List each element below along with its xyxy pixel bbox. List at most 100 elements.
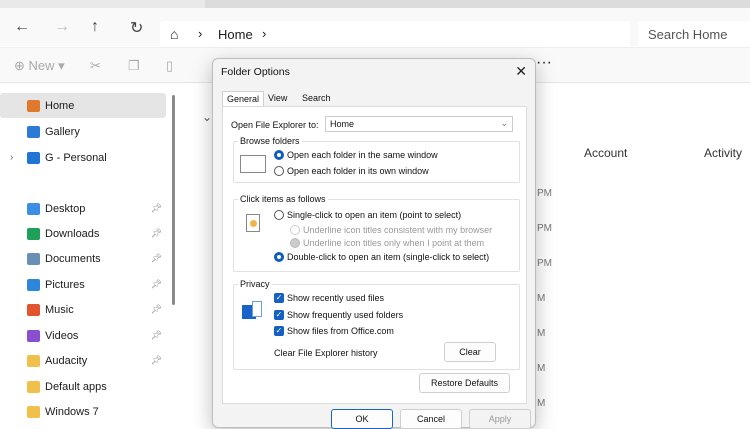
modified-time-fragment: PM xyxy=(537,258,552,269)
general-panel: Open File Explorer to: Home ⌄ Browse fol… xyxy=(222,106,527,404)
checkbox-office-files[interactable]: ✓ Show files from Office.com xyxy=(274,326,394,336)
option-label: Single-click to open an item (point to s… xyxy=(287,210,462,220)
title-bar xyxy=(0,0,750,8)
chevron-right-icon[interactable]: › xyxy=(262,26,266,41)
refresh-button[interactable]: ↻ xyxy=(130,18,143,38)
sidebar-item-windows-7[interactable]: Windows 7 xyxy=(0,399,166,424)
folder-icon xyxy=(27,380,40,393)
sidebar-item-home[interactable]: Home xyxy=(0,93,166,118)
radio-double-click[interactable]: Double-click to open an item (single-cli… xyxy=(274,252,489,262)
checkbox-frequent-folders[interactable]: ✓ Show frequently used folders xyxy=(274,310,403,320)
chevron-right-icon: › xyxy=(198,26,203,41)
window-icon xyxy=(240,155,266,173)
up-button[interactable]: ↑ xyxy=(91,18,99,36)
pin-icon[interactable]: 📌︎ xyxy=(151,228,162,239)
home-icon: ⌂ xyxy=(170,26,179,42)
folder-icon xyxy=(27,227,40,240)
dialog-title: Folder Options xyxy=(221,66,290,78)
sidebar-item-label: Windows 7 xyxy=(45,405,99,418)
paste-icon[interactable]: ▯ xyxy=(166,58,173,74)
sidebar-item-music[interactable]: Music 📌︎ xyxy=(0,297,166,322)
copy-icon[interactable]: ❐ xyxy=(128,58,140,74)
chevron-down-icon[interactable]: ⌄ xyxy=(202,110,212,124)
pin-icon[interactable]: 📌︎ xyxy=(151,355,162,366)
modified-time-fragment: M xyxy=(537,328,546,339)
more-options-icon[interactable]: ··· xyxy=(536,54,552,72)
sidebar-item-pictures[interactable]: Pictures 📌︎ xyxy=(0,272,166,297)
sidebar-scrollbar[interactable] xyxy=(172,95,175,305)
chevron-down-icon: ⌄ xyxy=(500,118,508,128)
tab-search[interactable]: Search xyxy=(298,91,335,107)
sidebar-item-label: Downloads xyxy=(45,227,100,240)
sidebar-item-downloads[interactable]: Downloads 📌︎ xyxy=(0,221,166,246)
sidebar-item-documents[interactable]: Documents 📌︎ xyxy=(0,246,166,271)
close-icon[interactable]: ✕ xyxy=(515,63,527,80)
radio-same-window[interactable]: Open each folder in the same window xyxy=(274,150,438,160)
sidebar-item-label: Home xyxy=(45,99,75,112)
tab-general[interactable]: General xyxy=(222,91,265,107)
search-input[interactable]: Search Home xyxy=(638,21,750,49)
column-header-account[interactable]: Account xyxy=(584,146,627,160)
sidebar-item-label: Documents xyxy=(45,252,101,265)
sidebar-item-default-apps[interactable]: Default apps xyxy=(0,374,166,399)
clear-button[interactable]: Clear xyxy=(444,342,496,362)
sidebar-item-desktop[interactable]: Desktop 📌︎ xyxy=(0,196,166,221)
address-bar[interactable]: ⌂ › Home › xyxy=(160,21,630,49)
breadcrumb-home[interactable]: Home xyxy=(218,27,253,42)
group-title: Browse folders xyxy=(238,136,302,146)
folder-icon xyxy=(27,354,40,367)
pin-icon[interactable]: 📌︎ xyxy=(151,279,162,290)
pin-icon[interactable]: 📌︎ xyxy=(151,203,162,214)
cut-icon[interactable]: ✂ xyxy=(90,58,101,74)
pin-icon[interactable]: 📌︎ xyxy=(151,253,162,264)
radio-own-window[interactable]: Open each folder in its own window xyxy=(274,166,429,176)
restore-defaults-button[interactable]: Restore Defaults xyxy=(419,373,510,393)
folder-icon xyxy=(27,303,40,316)
modified-time-fragment: PM xyxy=(537,223,552,234)
modified-time-fragment: M xyxy=(537,398,546,409)
radio-single-click[interactable]: Single-click to open an item (point to s… xyxy=(274,210,461,220)
ok-button[interactable]: OK xyxy=(331,409,393,429)
option-label: Double-click to open an item (single-cli… xyxy=(287,252,490,262)
modified-time-fragment: M xyxy=(537,293,546,304)
sidebar-item-g-personal[interactable]: › G - Personal xyxy=(0,145,166,170)
option-label: Underline icon titles consistent with my… xyxy=(303,225,493,235)
cancel-button[interactable]: Cancel xyxy=(400,409,462,429)
sidebar-item-label: G - Personal xyxy=(45,151,107,164)
column-header-activity[interactable]: Activity xyxy=(704,146,742,160)
sidebar-item-label: Music xyxy=(45,303,74,316)
checkbox-recent-files[interactable]: ✓ Show recently used files xyxy=(274,293,384,303)
folder-icon xyxy=(27,125,40,138)
sidebar-item-videos[interactable]: Videos 📌︎ xyxy=(0,323,166,348)
open-to-select[interactable]: Home ⌄ xyxy=(325,116,513,132)
privacy-icon xyxy=(242,297,264,319)
radio-underline-point[interactable]: Underline icon titles only when I point … xyxy=(290,238,484,248)
modified-time-fragment: PM xyxy=(537,188,552,199)
back-button[interactable]: ← xyxy=(14,18,30,36)
sidebar-item-label: Pictures xyxy=(45,278,85,291)
sidebar-item-gallery[interactable]: Gallery xyxy=(0,119,166,144)
browse-folders-group: Browse folders Open each folder in the s… xyxy=(233,136,520,183)
radio-underline-browser[interactable]: Underline icon titles consistent with my… xyxy=(290,225,492,235)
click-items-group: Click items as follows Single-click to o… xyxy=(233,194,520,272)
sidebar-item-audacity[interactable]: Audacity 📌︎ xyxy=(0,348,166,373)
navigation-bar: ← → ↑ ↻ ⌂ › Home › Search Home xyxy=(0,8,750,49)
new-label: New xyxy=(28,58,55,73)
group-title: Click items as follows xyxy=(238,194,328,204)
tab-view[interactable]: View xyxy=(264,91,291,107)
chevron-right-icon[interactable]: › xyxy=(10,152,13,163)
new-button[interactable]: ⊕ New ▾ xyxy=(14,58,65,74)
folder-icon xyxy=(27,202,40,215)
open-to-label: Open File Explorer to: xyxy=(231,120,319,130)
open-to-value: Home xyxy=(330,119,355,129)
modified-time-fragment: M xyxy=(537,363,546,374)
option-label: Show recently used files xyxy=(287,293,385,303)
sidebar-item-label: Videos xyxy=(45,329,79,342)
option-label: Show frequently used folders xyxy=(287,310,404,320)
forward-button[interactable]: → xyxy=(54,18,70,36)
apply-button[interactable]: Apply xyxy=(469,409,531,429)
pin-icon[interactable]: 📌︎ xyxy=(151,304,162,315)
pin-icon[interactable]: 📌︎ xyxy=(151,330,162,341)
plus-icon: ⊕ xyxy=(14,58,25,73)
sidebar-item-label: Gallery xyxy=(45,125,80,138)
